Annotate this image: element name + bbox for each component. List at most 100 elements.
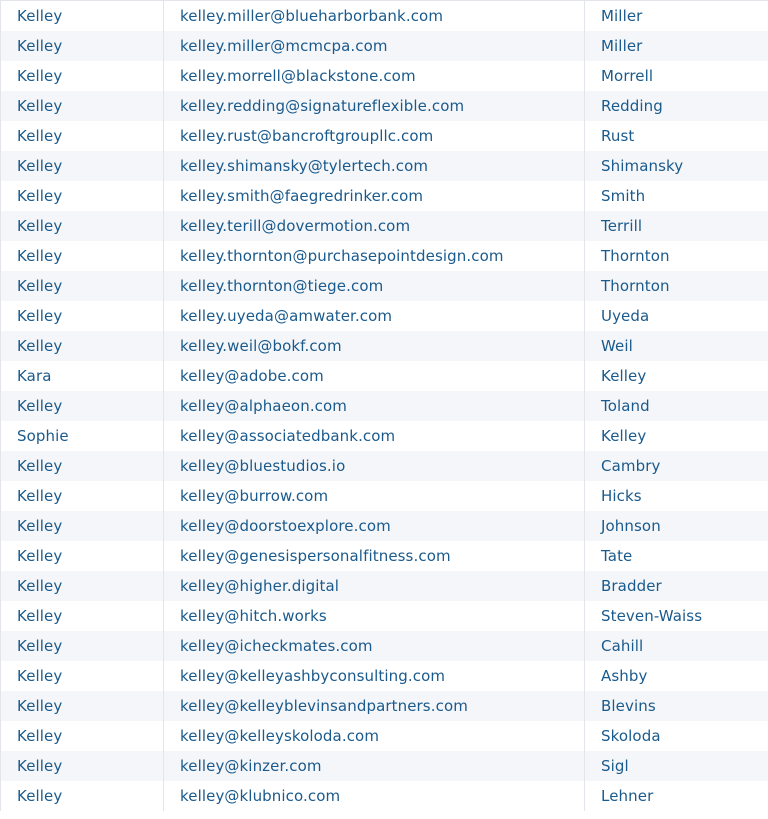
last-name-cell[interactable]: Kelley: [585, 361, 768, 391]
table-row[interactable]: Kelley kelley@kelleyskoloda.com Skoloda: [0, 721, 768, 751]
first-name-cell[interactable]: Kelley: [0, 151, 164, 181]
last-name-cell[interactable]: Rust: [585, 121, 768, 151]
email-cell[interactable]: kelley@kinzer.com: [164, 751, 585, 781]
first-name-cell[interactable]: Kelley: [0, 241, 164, 271]
table-row[interactable]: Kelley kelley@icheckmates.com Cahill: [0, 631, 768, 661]
last-name-cell[interactable]: Lehner: [585, 781, 768, 811]
last-name-cell[interactable]: Tate: [585, 541, 768, 571]
table-row[interactable]: Kelley kelley.rust@bancroftgroupllc.com …: [0, 121, 768, 151]
table-row[interactable]: Kelley kelley@bluestudios.io Cambry: [0, 451, 768, 481]
first-name-cell[interactable]: Kelley: [0, 91, 164, 121]
first-name-cell[interactable]: Kara: [0, 361, 164, 391]
email-cell[interactable]: kelley.uyeda@amwater.com: [164, 301, 585, 331]
first-name-cell[interactable]: Kelley: [0, 721, 164, 751]
first-name-cell[interactable]: Kelley: [0, 751, 164, 781]
first-name-cell[interactable]: Kelley: [0, 271, 164, 301]
email-cell[interactable]: kelley@burrow.com: [164, 481, 585, 511]
first-name-cell[interactable]: Kelley: [0, 511, 164, 541]
email-cell[interactable]: kelley@hitch.works: [164, 601, 585, 631]
first-name-cell[interactable]: Kelley: [0, 691, 164, 721]
email-cell[interactable]: kelley@genesispersonalfitness.com: [164, 541, 585, 571]
email-cell[interactable]: kelley.miller@mcmcpa.com: [164, 31, 585, 61]
email-cell[interactable]: kelley@kelleyashbyconsulting.com: [164, 661, 585, 691]
email-cell[interactable]: kelley@higher.digital: [164, 571, 585, 601]
last-name-cell[interactable]: Cambry: [585, 451, 768, 481]
table-row[interactable]: Kelley kelley@doorstoexplore.com Johnson: [0, 511, 768, 541]
table-row[interactable]: Kelley kelley.thornton@tiege.com Thornto…: [0, 271, 768, 301]
table-row[interactable]: Kelley kelley@genesispersonalfitness.com…: [0, 541, 768, 571]
table-row[interactable]: Kelley kelley.terill@dovermotion.com Ter…: [0, 211, 768, 241]
first-name-cell[interactable]: Kelley: [0, 61, 164, 91]
email-cell[interactable]: kelley@klubnico.com: [164, 781, 585, 811]
table-row[interactable]: Kelley kelley@higher.digital Bradder: [0, 571, 768, 601]
email-cell[interactable]: kelley.redding@signatureflexible.com: [164, 91, 585, 121]
table-row[interactable]: Kelley kelley.morrell@blackstone.com Mor…: [0, 61, 768, 91]
table-row[interactable]: Kelley kelley.weil@bokf.com Weil: [0, 331, 768, 361]
first-name-cell[interactable]: Kelley: [0, 541, 164, 571]
table-row[interactable]: Kelley kelley@alphaeon.com Toland: [0, 391, 768, 421]
first-name-cell[interactable]: Kelley: [0, 1, 164, 31]
email-cell[interactable]: kelley.weil@bokf.com: [164, 331, 585, 361]
email-cell[interactable]: kelley@associatedbank.com: [164, 421, 585, 451]
last-name-cell[interactable]: Ashby: [585, 661, 768, 691]
table-row[interactable]: Kelley kelley@kelleyashbyconsulting.com …: [0, 661, 768, 691]
first-name-cell[interactable]: Kelley: [0, 181, 164, 211]
email-cell[interactable]: kelley.thornton@purchasepointdesign.com: [164, 241, 585, 271]
email-cell[interactable]: kelley@kelleyblevinsandpartners.com: [164, 691, 585, 721]
email-cell[interactable]: kelley.thornton@tiege.com: [164, 271, 585, 301]
last-name-cell[interactable]: Miller: [585, 31, 768, 61]
last-name-cell[interactable]: Hicks: [585, 481, 768, 511]
last-name-cell[interactable]: Sigl: [585, 751, 768, 781]
first-name-cell[interactable]: Kelley: [0, 451, 164, 481]
email-cell[interactable]: kelley.smith@faegredrinker.com: [164, 181, 585, 211]
table-row[interactable]: Kara kelley@adobe.com Kelley: [0, 361, 768, 391]
table-row[interactable]: Kelley kelley@klubnico.com Lehner: [0, 781, 768, 811]
email-cell[interactable]: kelley.terill@dovermotion.com: [164, 211, 585, 241]
last-name-cell[interactable]: Thornton: [585, 271, 768, 301]
last-name-cell[interactable]: Johnson: [585, 511, 768, 541]
last-name-cell[interactable]: Kelley: [585, 421, 768, 451]
email-cell[interactable]: kelley@alphaeon.com: [164, 391, 585, 421]
email-cell[interactable]: kelley.rust@bancroftgroupllc.com: [164, 121, 585, 151]
first-name-cell[interactable]: Kelley: [0, 121, 164, 151]
last-name-cell[interactable]: Terrill: [585, 211, 768, 241]
first-name-cell[interactable]: Kelley: [0, 781, 164, 811]
last-name-cell[interactable]: Weil: [585, 331, 768, 361]
first-name-cell[interactable]: Kelley: [0, 391, 164, 421]
table-row[interactable]: Kelley kelley.uyeda@amwater.com Uyeda: [0, 301, 768, 331]
email-cell[interactable]: kelley@kelleyskoloda.com: [164, 721, 585, 751]
first-name-cell[interactable]: Kelley: [0, 481, 164, 511]
email-cell[interactable]: kelley@adobe.com: [164, 361, 585, 391]
email-cell[interactable]: kelley.miller@blueharborbank.com: [164, 1, 585, 31]
last-name-cell[interactable]: Smith: [585, 181, 768, 211]
first-name-cell[interactable]: Kelley: [0, 601, 164, 631]
first-name-cell[interactable]: Kelley: [0, 571, 164, 601]
table-row[interactable]: Kelley kelley@burrow.com Hicks: [0, 481, 768, 511]
last-name-cell[interactable]: Uyeda: [585, 301, 768, 331]
last-name-cell[interactable]: Skoloda: [585, 721, 768, 751]
table-row[interactable]: Kelley kelley.miller@mcmcpa.com Miller: [0, 31, 768, 61]
first-name-cell[interactable]: Kelley: [0, 631, 164, 661]
email-cell[interactable]: kelley.morrell@blackstone.com: [164, 61, 585, 91]
last-name-cell[interactable]: Bradder: [585, 571, 768, 601]
last-name-cell[interactable]: Shimansky: [585, 151, 768, 181]
last-name-cell[interactable]: Redding: [585, 91, 768, 121]
last-name-cell[interactable]: Morrell: [585, 61, 768, 91]
first-name-cell[interactable]: Kelley: [0, 301, 164, 331]
table-row[interactable]: Kelley kelley.redding@signatureflexible.…: [0, 91, 768, 121]
email-cell[interactable]: kelley@doorstoexplore.com: [164, 511, 585, 541]
first-name-cell[interactable]: Sophie: [0, 421, 164, 451]
last-name-cell[interactable]: Cahill: [585, 631, 768, 661]
email-cell[interactable]: kelley@bluestudios.io: [164, 451, 585, 481]
last-name-cell[interactable]: Miller: [585, 1, 768, 31]
first-name-cell[interactable]: Kelley: [0, 331, 164, 361]
first-name-cell[interactable]: Kelley: [0, 661, 164, 691]
table-row[interactable]: Kelley kelley.shimansky@tylertech.com Sh…: [0, 151, 768, 181]
table-row[interactable]: Kelley kelley.miller@blueharborbank.com …: [0, 1, 768, 31]
table-row[interactable]: Kelley kelley@hitch.works Steven-Waiss: [0, 601, 768, 631]
table-row[interactable]: Kelley kelley.thornton@purchasepointdesi…: [0, 241, 768, 271]
table-row[interactable]: Kelley kelley@kinzer.com Sigl: [0, 751, 768, 781]
email-cell[interactable]: kelley@icheckmates.com: [164, 631, 585, 661]
first-name-cell[interactable]: Kelley: [0, 211, 164, 241]
table-row[interactable]: Kelley kelley.smith@faegredrinker.com Sm…: [0, 181, 768, 211]
